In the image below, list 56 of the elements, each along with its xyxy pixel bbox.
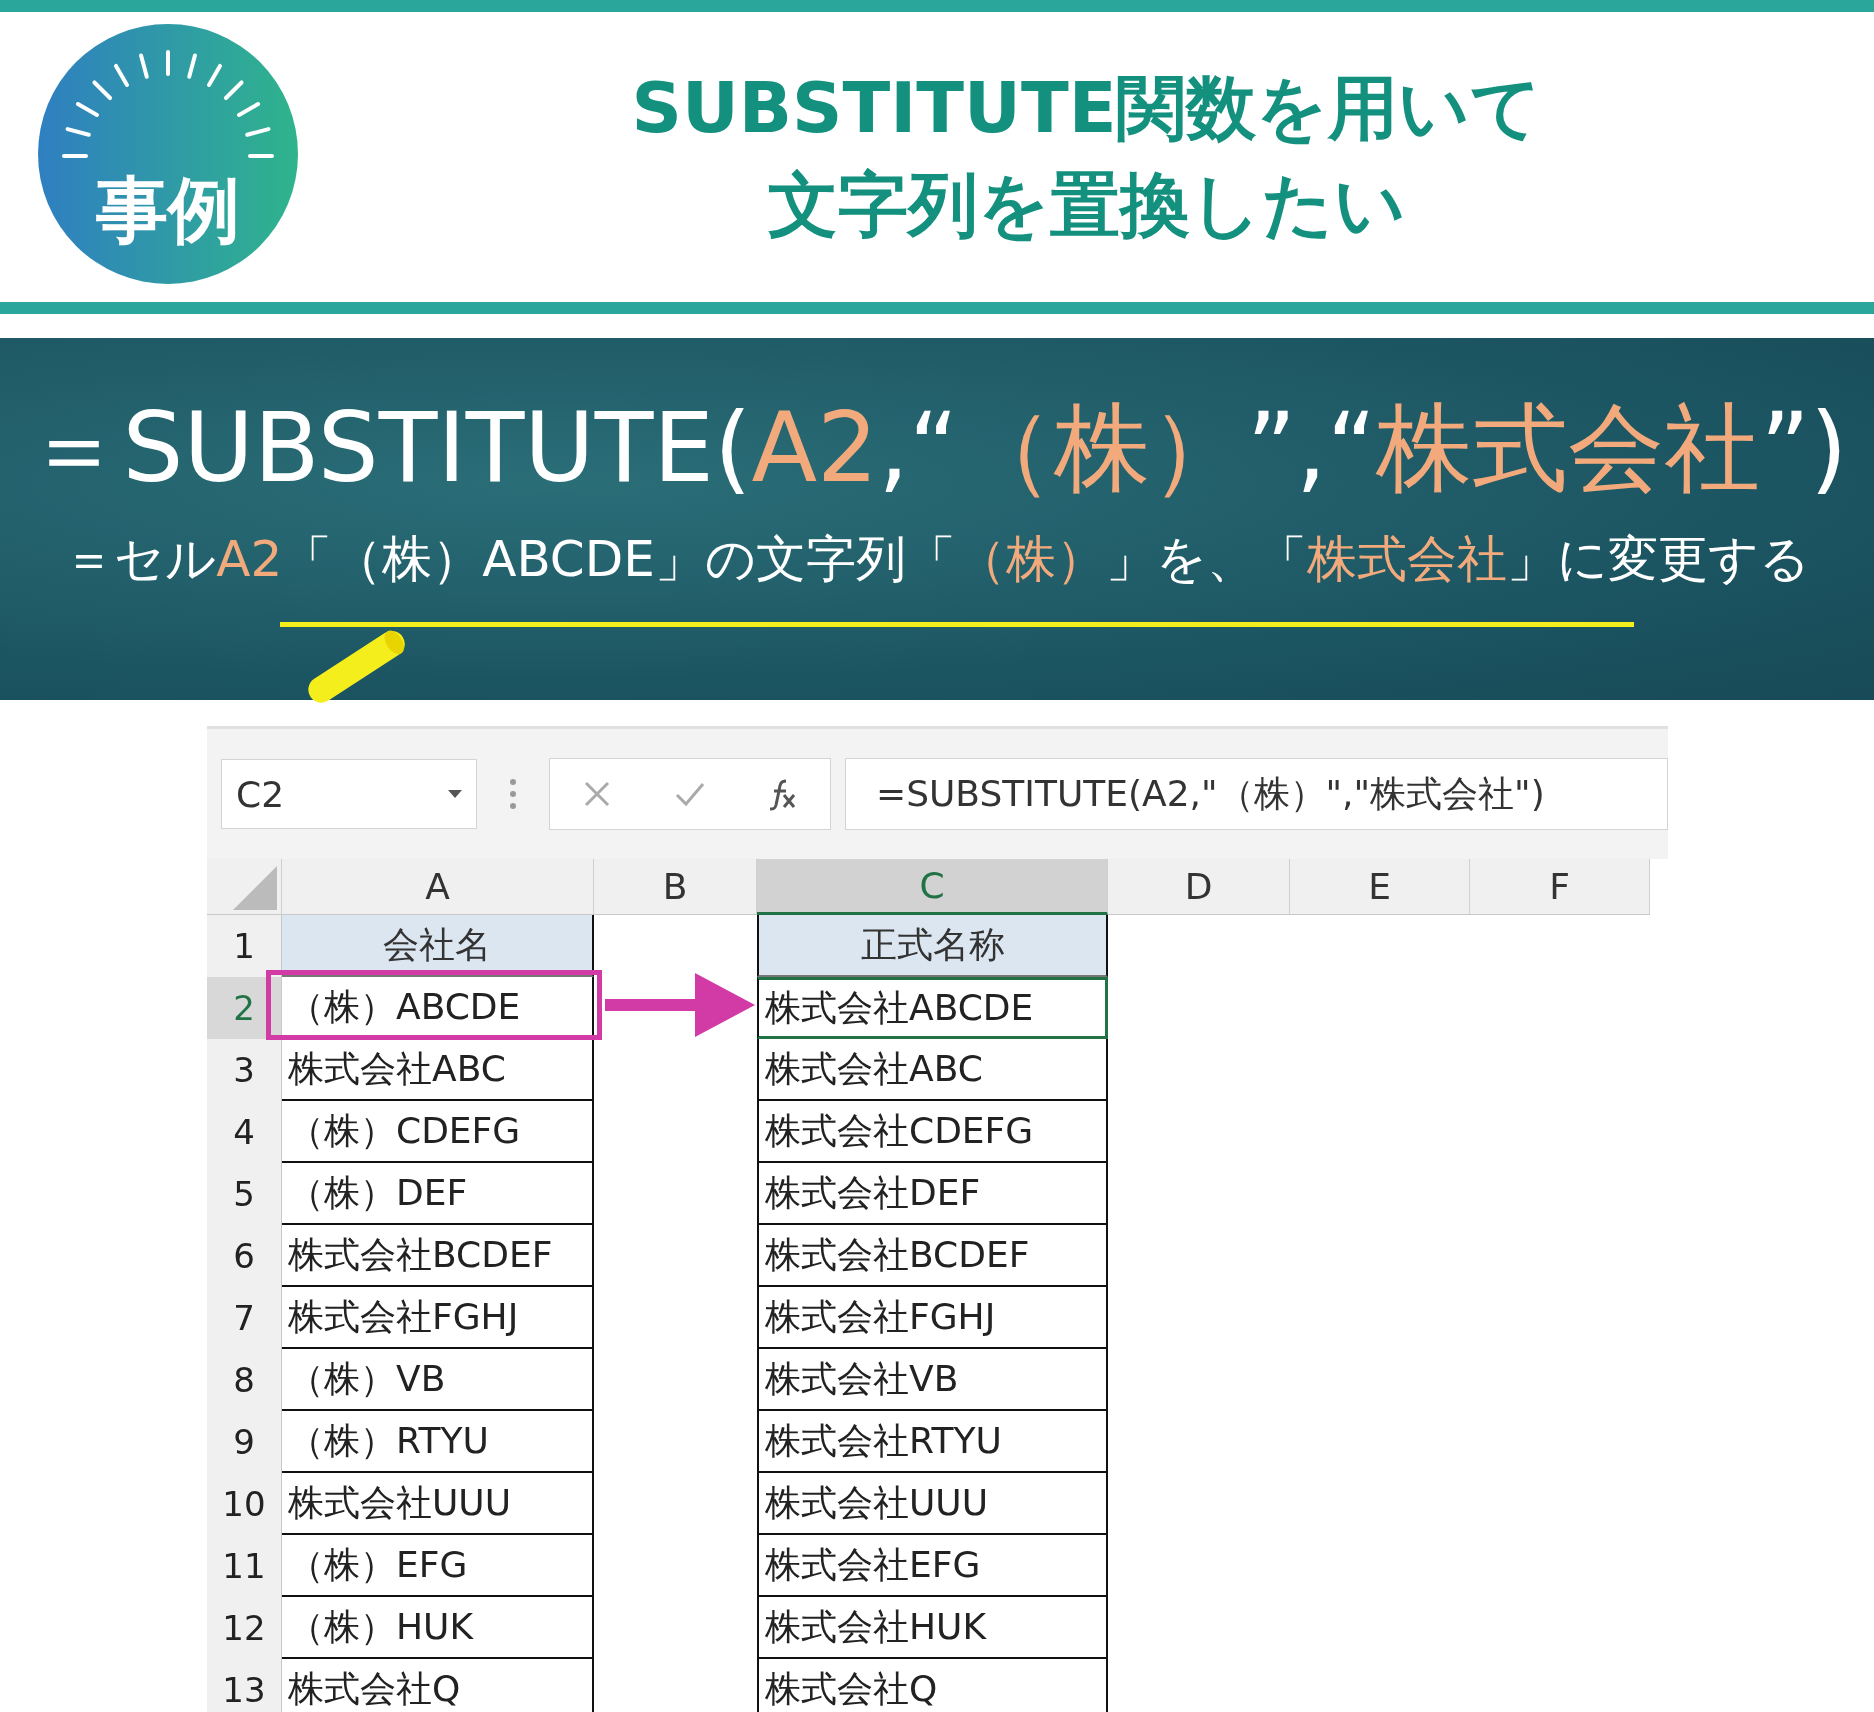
title-line: 文字列を置換したい	[768, 167, 1406, 244]
table-cell: 株式会社RTYU	[757, 1411, 1108, 1473]
row-header[interactable]: 7	[207, 1287, 282, 1349]
select-all-button[interactable]	[207, 859, 282, 915]
formula-heading: ＝SUBSTITUTE(A2,“（株）”,“株式会社”)	[26, 396, 1848, 502]
table-cell: 株式会社EFG	[757, 1535, 1108, 1597]
row-header[interactable]: 10	[207, 1473, 282, 1535]
table-cell: （株）ABCDE	[282, 977, 594, 1039]
row-header[interactable]: 2	[207, 977, 282, 1039]
column-header[interactable]: C	[757, 859, 1108, 915]
row-header[interactable]: 8	[207, 1349, 282, 1411]
table-cell: 株式会社CDEFG	[757, 1101, 1108, 1163]
table-cell: 株式会社ABC	[282, 1039, 594, 1101]
table-cell: 株式会社UUU	[757, 1473, 1108, 1535]
formula-field[interactable]: =SUBSTITUTE(A2,"（株）","株式会社")	[845, 758, 1668, 830]
table-cell: 株式会社ABC	[757, 1039, 1108, 1101]
table-cell: （株）RTYU	[282, 1411, 594, 1473]
table-cell: 株式会社HUK	[757, 1597, 1108, 1659]
table-cell: （株）VB	[282, 1349, 594, 1411]
arrow-icon	[605, 973, 755, 1037]
table-cell: 株式会社UUU	[282, 1473, 594, 1535]
table-cell: 株式会社Q	[282, 1659, 594, 1712]
name-box[interactable]: C2	[221, 759, 477, 829]
table-cell: （株）EFG	[282, 1535, 594, 1597]
column-header[interactable]: A	[282, 859, 594, 915]
header-cell: 会社名	[282, 915, 594, 977]
row-header[interactable]: 5	[207, 1163, 282, 1225]
table-cell: 株式会社FGHJ	[757, 1287, 1108, 1349]
badge-label: 事例	[95, 174, 241, 246]
column-header[interactable]: F	[1470, 859, 1650, 915]
row-header[interactable]: 4	[207, 1101, 282, 1163]
table-cell: 株式会社FGHJ	[282, 1287, 594, 1349]
row-header[interactable]: 1	[207, 915, 282, 977]
table-cell: 株式会社Q	[757, 1659, 1108, 1712]
table-cell: （株）DEF	[282, 1163, 594, 1225]
explanation-text: ＝セルA2「（株）ABCDE」の文字列「（株）」を、「株式会社」に変更する	[64, 531, 1810, 587]
table-cell: （株）CDEFG	[282, 1101, 594, 1163]
row-header[interactable]: 11	[207, 1535, 282, 1597]
row-header[interactable]: 9	[207, 1411, 282, 1473]
drag-handle-icon[interactable]	[509, 777, 517, 811]
row-header[interactable]: 13	[207, 1659, 282, 1712]
header-cell: 正式名称	[757, 915, 1108, 977]
row-header[interactable]: 3	[207, 1039, 282, 1101]
table-cell: （株）HUK	[282, 1597, 594, 1659]
table-cell: 株式会社ABCDE	[757, 977, 1108, 1039]
column-header[interactable]: B	[594, 859, 757, 915]
table-cell: 株式会社BCDEF	[282, 1225, 594, 1287]
row-header[interactable]: 6	[207, 1225, 282, 1287]
table-cell: 株式会社DEF	[757, 1163, 1108, 1225]
caret-icon	[448, 790, 462, 798]
column-header[interactable]: E	[1290, 859, 1470, 915]
table-cell: 株式会社BCDEF	[757, 1225, 1108, 1287]
title-line: SUBSTITUTE関数を用いて	[631, 70, 1543, 147]
row-header[interactable]: 12	[207, 1597, 282, 1659]
column-header[interactable]: D	[1108, 859, 1290, 915]
table-cell: 株式会社VB	[757, 1349, 1108, 1411]
